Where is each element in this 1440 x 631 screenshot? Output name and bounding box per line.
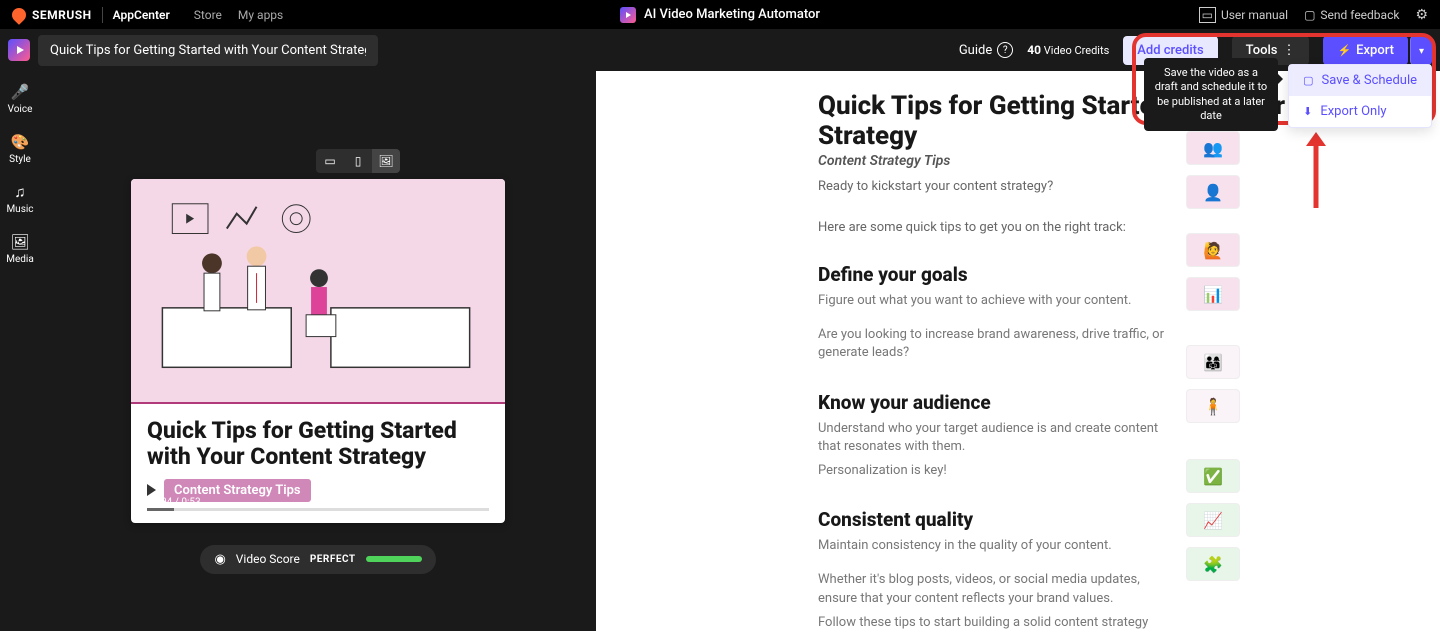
app-title: AI Video Marketing Automator: [620, 7, 820, 23]
save-schedule-tooltip: Save the video as a draft and schedule i…: [1144, 58, 1278, 131]
export-dropdown-toggle[interactable]: [1410, 36, 1432, 65]
preview-title: Quick Tips for Getting Started with Your…: [147, 418, 489, 471]
sidebar-style[interactable]: 🎨Style: [9, 133, 31, 165]
main-area: ▭ ▯ 🖼 Qui: [40, 71, 1440, 631]
score-bar: [366, 556, 422, 562]
section-heading: Know your audience: [818, 391, 1440, 414]
semrush-flame-icon: [9, 5, 29, 25]
settings-gear-icon[interactable]: [1415, 7, 1428, 23]
app-logo-icon[interactable]: [8, 39, 30, 61]
export-dropdown: Save & Schedule Export Only: [1288, 64, 1432, 128]
scene-thumb[interactable]: 🙋: [1186, 233, 1240, 267]
export-only-item[interactable]: Export Only: [1289, 96, 1431, 127]
semrush-brand: SEMRUSH: [32, 8, 92, 22]
divider: [102, 7, 103, 23]
intro-text-2: Here are some quick tips to get you on t…: [818, 220, 1178, 235]
app-play-icon: [620, 7, 636, 23]
semrush-logo[interactable]: SEMRUSH: [12, 8, 92, 22]
sidebar-voice[interactable]: 🎤Voice: [8, 83, 33, 115]
nav-myapps[interactable]: My apps: [238, 8, 283, 22]
section-text: Understand who your target audience is a…: [818, 420, 1170, 456]
download-icon: [1303, 104, 1312, 119]
top-bar: SEMRUSH AppCenter Store My apps AI Video…: [0, 0, 1440, 29]
sidebar-media[interactable]: 🖼Media: [6, 233, 34, 265]
scene-thumb[interactable]: 🧍: [1186, 389, 1240, 423]
sidebar-music[interactable]: ♫Music: [6, 183, 33, 215]
section-heading: Consistent quality: [818, 508, 1440, 531]
score-value: PERFECT: [310, 554, 356, 565]
section-text: Whether it's blog posts, videos, or soci…: [818, 571, 1170, 607]
intro-text-1: Ready to kickstart your content strategy…: [818, 179, 1178, 194]
app-title-text: AI Video Marketing Automator: [644, 7, 820, 22]
outline-subtitle: Content Strategy Tips: [818, 153, 1440, 169]
nav-store[interactable]: Store: [194, 8, 222, 22]
scene-thumb[interactable]: 📈: [1186, 503, 1240, 537]
section-text: Follow these tips to start building a so…: [818, 614, 1170, 631]
video-title-input[interactable]: [38, 35, 378, 66]
play-icon[interactable]: [147, 484, 156, 496]
score-label: Video Score: [236, 552, 300, 566]
video-preview-card[interactable]: Quick Tips for Getting Started with Your…: [131, 179, 505, 523]
chat-icon: [1304, 8, 1315, 22]
gauge-icon: ◉: [214, 552, 225, 567]
scene-thumb[interactable]: 📊: [1186, 277, 1240, 311]
mic-icon: 🎤: [11, 83, 30, 101]
save-schedule-item[interactable]: Save & Schedule: [1289, 65, 1431, 96]
scene-thumb[interactable]: 🧩: [1186, 547, 1240, 581]
music-icon: ♫: [14, 183, 25, 201]
appcenter-link[interactable]: AppCenter: [113, 8, 170, 22]
media-type-toggle: ▭ ▯ 🖼: [316, 149, 400, 173]
progress-track[interactable]: [147, 508, 489, 511]
scene-thumb[interactable]: 👤: [1186, 175, 1240, 209]
left-sidebar: 🎤Voice 🎨Style ♫Music 🖼Media: [0, 71, 40, 631]
section-heading: Define your goals: [818, 263, 1440, 286]
palette-icon: 🎨: [11, 133, 30, 151]
user-manual-link[interactable]: User manual: [1199, 8, 1288, 22]
lightning-icon: [1337, 43, 1351, 58]
send-feedback-link[interactable]: Send feedback: [1304, 8, 1399, 22]
guide-button[interactable]: Guide ?: [959, 42, 1013, 58]
video-score-pill[interactable]: ◉ Video Score PERFECT: [200, 545, 435, 574]
scene-thumb[interactable]: ✅: [1186, 459, 1240, 493]
preview-pane: ▭ ▯ 🖼 Qui: [40, 71, 596, 631]
section-text: Are you looking to increase brand awaren…: [818, 326, 1170, 362]
illustration-thumb: [131, 179, 505, 404]
credits-display: 40 Video Credits: [1027, 43, 1109, 57]
dots-icon: [1282, 43, 1295, 58]
progress-fill: [147, 508, 174, 511]
section-text: Personalization is key!: [818, 462, 1170, 480]
media-portrait-icon[interactable]: ▯: [344, 149, 372, 173]
media-icon: 🖼: [10, 233, 29, 251]
scene-thumb[interactable]: 👨‍👩‍👧: [1186, 345, 1240, 379]
media-image-icon[interactable]: 🖼: [372, 149, 400, 173]
export-button[interactable]: Export: [1323, 36, 1408, 65]
help-icon: ?: [997, 42, 1013, 58]
media-landscape-icon[interactable]: ▭: [316, 149, 344, 173]
section-text: Figure out what you want to achieve with…: [818, 292, 1170, 310]
book-icon: [1199, 8, 1216, 22]
scene-thumb[interactable]: 👥: [1186, 131, 1240, 165]
content-outline-pane: Quick Tips for Getting Started with Your…: [596, 71, 1440, 631]
section-text: Maintain consistency in the quality of y…: [818, 537, 1170, 555]
calendar-icon: [1303, 73, 1313, 88]
top-nav: Store My apps: [194, 8, 283, 22]
timecode: 0:04 / 0:53: [153, 497, 201, 508]
